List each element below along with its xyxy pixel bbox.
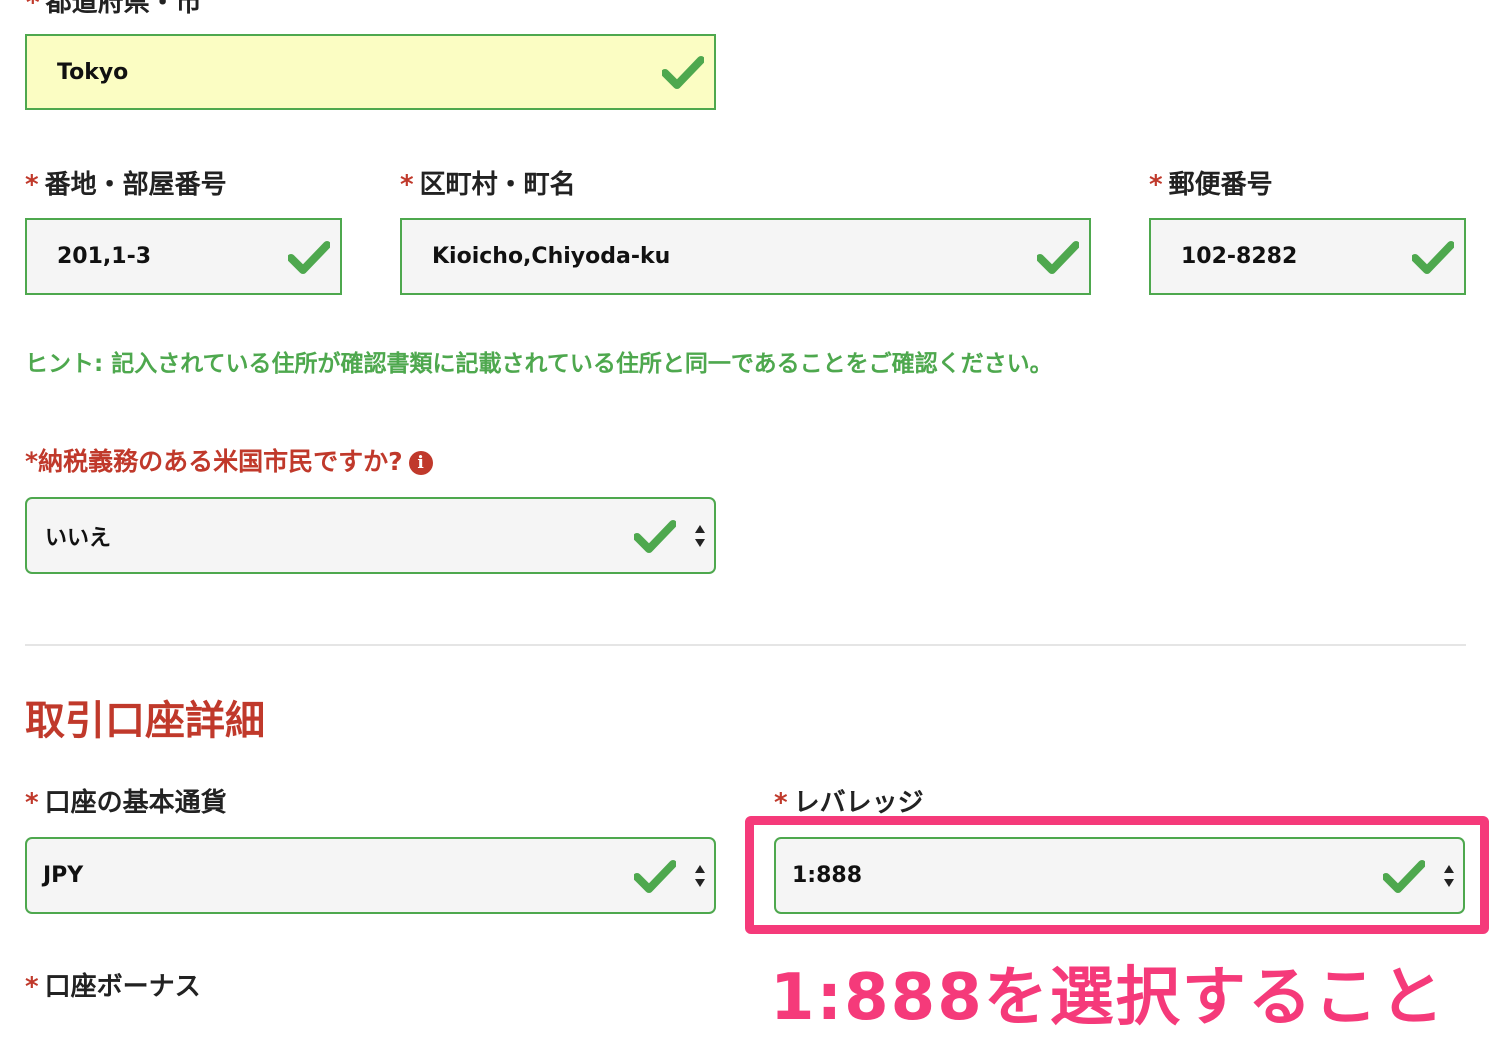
town-label: * 区町村・町名 <box>400 170 576 200</box>
prefecture-input[interactable]: Tokyo <box>25 34 716 110</box>
us-citizen-question: *納税義務のある米国市民ですか? i <box>25 442 433 478</box>
street-input[interactable]: 201,1-3 <box>25 218 342 295</box>
us-citizen-value: いいえ <box>45 525 112 551</box>
currency-label: * 口座の基本通貨 <box>25 788 227 818</box>
postal-input[interactable]: 102-8282 <box>1149 218 1466 295</box>
bonus-label: * 口座ボーナス <box>25 972 201 1002</box>
check-icon <box>1412 240 1454 274</box>
leverage-highlight-box <box>745 816 1489 934</box>
select-arrows-icon <box>694 524 706 548</box>
postal-value: 102-8282 <box>1181 244 1298 269</box>
currency-value: JPY <box>43 863 84 888</box>
check-icon <box>634 859 676 893</box>
check-icon <box>634 519 676 553</box>
postal-label: * 郵便番号 <box>1149 170 1273 200</box>
town-input[interactable]: Kioicho,Chiyoda-ku <box>400 218 1091 295</box>
account-section-title: 取引口座詳細 <box>25 698 265 744</box>
check-icon <box>288 240 330 274</box>
leverage-annotation: 1:888を選択すること <box>770 961 1446 1035</box>
section-divider <box>25 644 1466 646</box>
required-star: * <box>26 0 40 18</box>
address-hint: ヒント: 記入されている住所が確認書類に記載されている住所と同一であることをご確… <box>25 351 1053 377</box>
leverage-label: * レバレッジ <box>774 788 924 818</box>
street-value: 201,1-3 <box>57 244 152 269</box>
us-citizen-select[interactable]: いいえ <box>25 497 716 574</box>
prefecture-value: Tokyo <box>57 59 129 85</box>
currency-select[interactable]: JPY <box>25 837 716 914</box>
street-label: * 番地・部屋番号 <box>25 170 227 200</box>
prefecture-label: * 都道府県・市 <box>26 0 202 19</box>
select-arrows-icon <box>694 864 706 888</box>
check-icon <box>1037 240 1079 274</box>
info-icon[interactable]: i <box>408 451 433 475</box>
town-value: Kioicho,Chiyoda-ku <box>432 244 671 269</box>
check-icon <box>662 56 704 89</box>
